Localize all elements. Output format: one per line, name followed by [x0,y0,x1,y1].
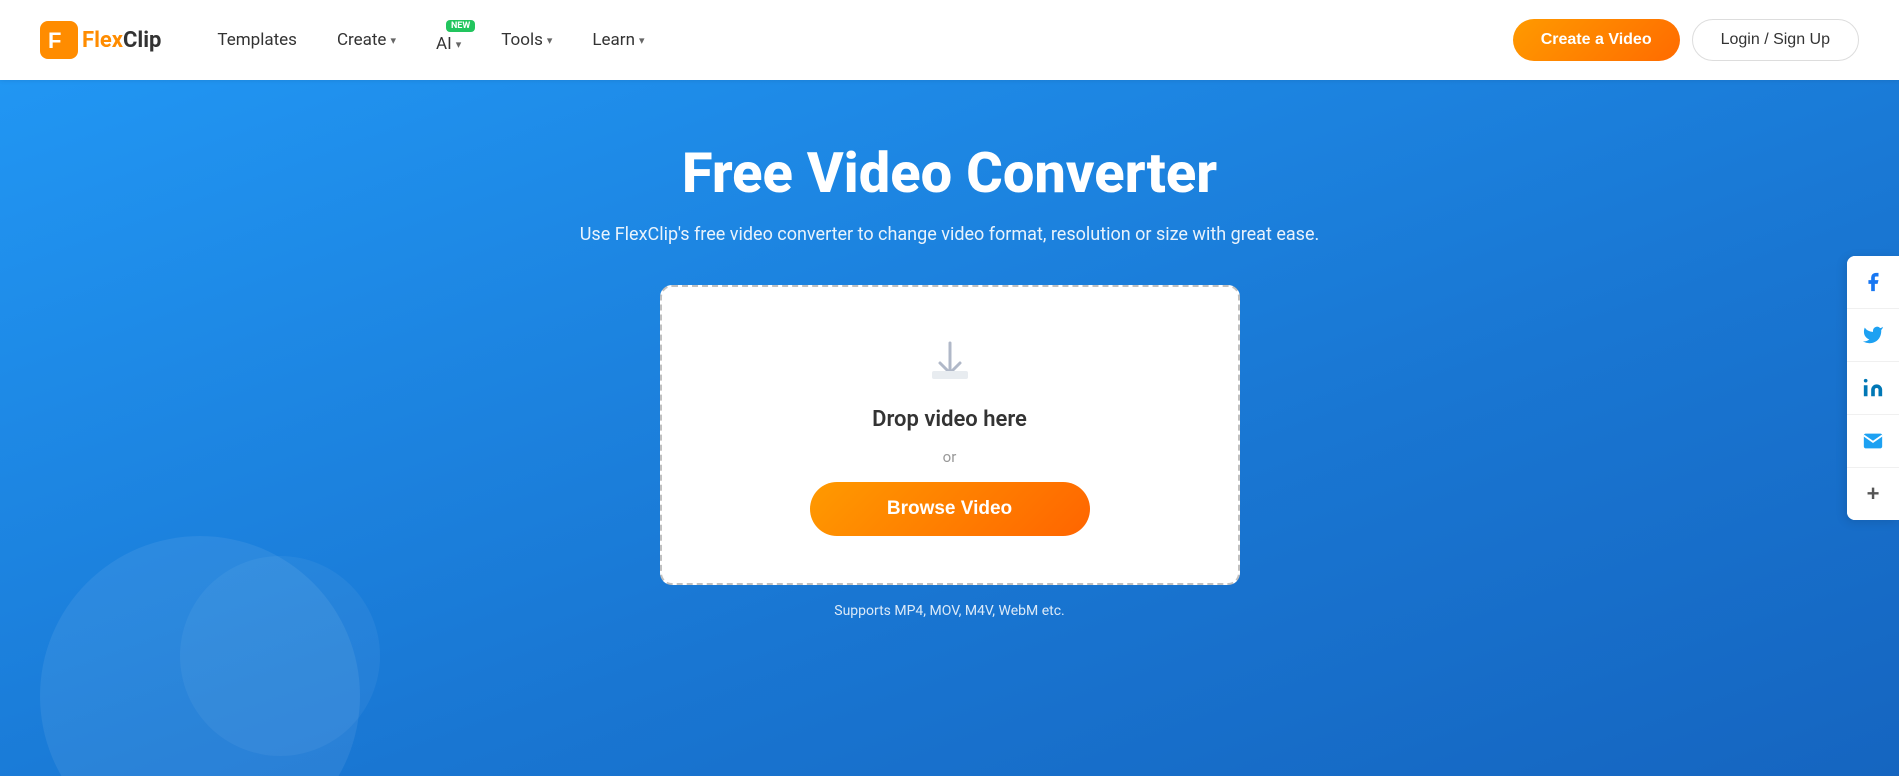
hero-title: Free Video Converter [682,140,1217,206]
nav-tools[interactable]: Tools ▾ [485,22,568,58]
linkedin-icon [1862,377,1884,399]
nav-learn[interactable]: Learn ▾ [576,22,660,58]
tools-chevron-icon: ▾ [547,34,553,47]
drop-zone[interactable]: Drop video here or Browse Video [660,285,1240,585]
nav-create[interactable]: Create ▾ [321,22,412,58]
ai-new-badge: NEW [446,20,475,32]
learn-chevron-icon: ▾ [639,34,645,47]
upload-icon [924,335,976,391]
create-video-button[interactable]: Create a Video [1513,19,1680,61]
email-icon [1862,430,1884,452]
twitter-share-button[interactable] [1847,309,1899,361]
login-button[interactable]: Login / Sign Up [1692,19,1859,61]
logo-icon: F [40,21,78,59]
logo-text: FlexClip [82,28,161,53]
nav-ai[interactable]: AI NEW ▾ [420,18,477,62]
email-share-button[interactable] [1847,415,1899,467]
svg-text:F: F [48,28,61,53]
social-sidebar: + [1847,256,1899,520]
supports-text: Supports MP4, MOV, M4V, WebM etc. [834,603,1064,619]
facebook-icon [1862,271,1884,293]
more-icon: + [1867,483,1880,505]
navbar: F FlexClip Templates Create ▾ AI NEW ▾ T… [0,0,1899,80]
nav-links: Templates Create ▾ AI NEW ▾ Tools ▾ Lear… [201,18,1512,62]
twitter-icon [1862,324,1884,346]
more-share-button[interactable]: + [1847,468,1899,520]
nav-actions: Create a Video Login / Sign Up [1513,19,1859,61]
linkedin-share-button[interactable] [1847,362,1899,414]
hero-subtitle: Use FlexClip's free video converter to c… [580,224,1320,245]
hero-section: Free Video Converter Use FlexClip's free… [0,80,1899,776]
create-chevron-icon: ▾ [390,34,396,47]
browse-video-button[interactable]: Browse Video [810,482,1090,536]
facebook-share-button[interactable] [1847,256,1899,308]
nav-templates[interactable]: Templates [201,22,313,58]
or-text: or [943,448,957,466]
ai-chevron-icon: ▾ [456,38,462,51]
drop-text: Drop video here [872,407,1027,432]
logo[interactable]: F FlexClip [40,21,161,59]
